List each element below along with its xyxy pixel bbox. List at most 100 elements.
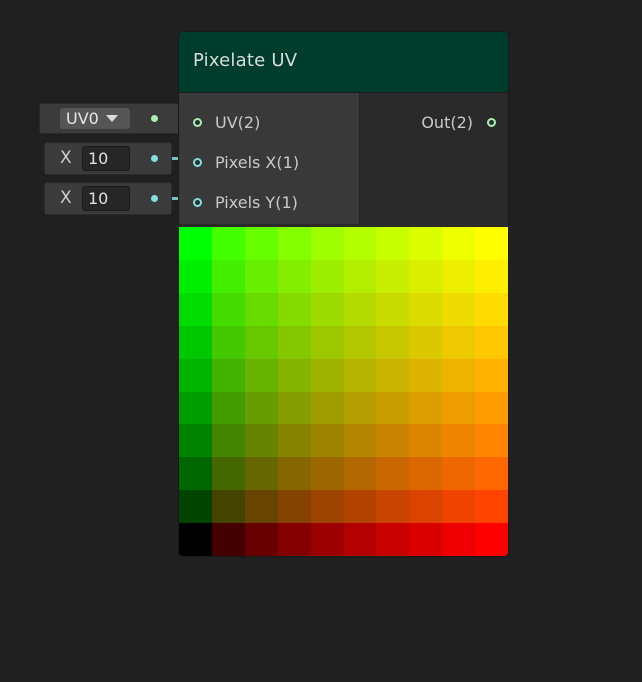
node-outputs-panel: Out(2) [360, 93, 508, 224]
preview-pixel [475, 325, 508, 359]
preview-pixel [376, 227, 410, 260]
preview-pixel [277, 523, 311, 556]
preview-pixel [310, 325, 344, 359]
preview-pixel [179, 227, 212, 260]
preview-pixel [310, 424, 344, 458]
preview-pixel [244, 490, 278, 524]
pixels-x-widget-port-dot[interactable] [151, 155, 158, 162]
input-port-label: Pixels X(1) [215, 152, 300, 172]
pixels-x-axis-label: X [60, 148, 72, 168]
preview-pixel [409, 523, 443, 556]
pixels-x-value-field[interactable]: 10 [82, 146, 130, 171]
preview-pixel [343, 358, 377, 392]
node-title: Pixelate UV [193, 50, 298, 71]
preview-pixel [244, 259, 278, 293]
output-port-label: Out(2) [421, 112, 473, 132]
preview-pixel [409, 358, 443, 392]
preview-pixel [179, 358, 212, 392]
preview-pixel [409, 259, 443, 293]
uv-channel-value: UV0 [66, 109, 99, 128]
preview-pixel [277, 457, 311, 491]
preview-pixel [343, 325, 377, 359]
preview-pixel [442, 490, 476, 524]
preview-pixel [376, 259, 410, 293]
preview-pixel [244, 227, 278, 260]
preview-pixel [179, 325, 212, 359]
preview-pixel [409, 325, 443, 359]
preview-pixel [475, 259, 508, 293]
preview-pixel [442, 292, 476, 326]
input-port-pixels-x[interactable]: Pixels X(1) [193, 152, 299, 172]
preview-pixel [179, 457, 212, 491]
preview-pixel [475, 424, 508, 458]
preview-pixel [179, 424, 212, 458]
preview-pixel [211, 490, 245, 524]
preview-pixel [211, 292, 245, 326]
pixels-y-port-icon[interactable] [193, 197, 202, 207]
preview-pixel [442, 424, 476, 458]
preview-pixel [244, 424, 278, 458]
input-port-label: Pixels Y(1) [215, 192, 298, 212]
node-preview [179, 227, 508, 556]
preview-pixel [179, 490, 212, 524]
preview-pixel [211, 523, 245, 556]
preview-pixel [343, 292, 377, 326]
uv-port-icon[interactable] [193, 117, 202, 127]
preview-pixel [211, 358, 245, 392]
preview-pixel [376, 424, 410, 458]
preview-pixel [277, 358, 311, 392]
node-header[interactable]: Pixelate UV [179, 32, 508, 93]
preview-pixel [475, 523, 508, 556]
preview-pixel [310, 358, 344, 392]
dropdown-arrow-icon [105, 115, 118, 122]
preview-pixel [475, 358, 508, 392]
preview-pixel [310, 523, 344, 556]
preview-pixel [244, 358, 278, 392]
pixelate-uv-node[interactable]: Pixelate UV UV(2) Pixels X(1) Pixels Y(1… [179, 32, 508, 556]
preview-pixel [442, 325, 476, 359]
pixels-x-port-icon[interactable] [193, 157, 202, 167]
input-port-label: UV(2) [215, 112, 261, 132]
preview-pixel [179, 391, 212, 425]
preview-pixel [475, 292, 508, 326]
preview-pixel [343, 391, 377, 425]
preview-pixel [277, 259, 311, 293]
pixels-y-input-widget: X 10 [45, 183, 171, 214]
preview-pixel [343, 457, 377, 491]
preview-pixel [277, 325, 311, 359]
uv-channel-dropdown[interactable]: UV0 [60, 108, 130, 129]
uv-widget-port-dot[interactable] [151, 115, 158, 122]
preview-pixel [343, 490, 377, 524]
preview-pixel [442, 358, 476, 392]
preview-pixel [409, 457, 443, 491]
preview-pixel [409, 391, 443, 425]
preview-pixel [376, 358, 410, 392]
preview-pixel [475, 490, 508, 524]
preview-pixel [409, 292, 443, 326]
preview-pixel [409, 424, 443, 458]
preview-pixel [244, 523, 278, 556]
pixels-y-axis-label: X [60, 188, 72, 208]
preview-pixel [376, 391, 410, 425]
pixels-y-value-field[interactable]: 10 [82, 186, 130, 211]
preview-pixel [376, 490, 410, 524]
pixels-y-widget-port-dot[interactable] [151, 195, 158, 202]
input-port-uv[interactable]: UV(2) [193, 112, 260, 132]
input-port-pixels-y[interactable]: Pixels Y(1) [193, 192, 298, 212]
preview-pixel [343, 424, 377, 458]
preview-pixel [442, 523, 476, 556]
preview-pixel [475, 391, 508, 425]
shader-graph-canvas[interactable]: UV0 X 10 X 10 Pixelate UV UV(2) Pixels X… [0, 0, 642, 682]
preview-pixel [244, 457, 278, 491]
preview-pixel [442, 391, 476, 425]
preview-pixel [376, 325, 410, 359]
preview-pixel [277, 292, 311, 326]
preview-pixel [409, 227, 443, 260]
preview-pixel [442, 259, 476, 293]
output-port-out[interactable]: Out(2) [421, 112, 496, 132]
preview-pixel [211, 391, 245, 425]
preview-pixel [310, 391, 344, 425]
preview-pixel [179, 259, 212, 293]
uv-input-widget: UV0 [40, 104, 180, 133]
out-port-icon[interactable] [487, 117, 496, 127]
